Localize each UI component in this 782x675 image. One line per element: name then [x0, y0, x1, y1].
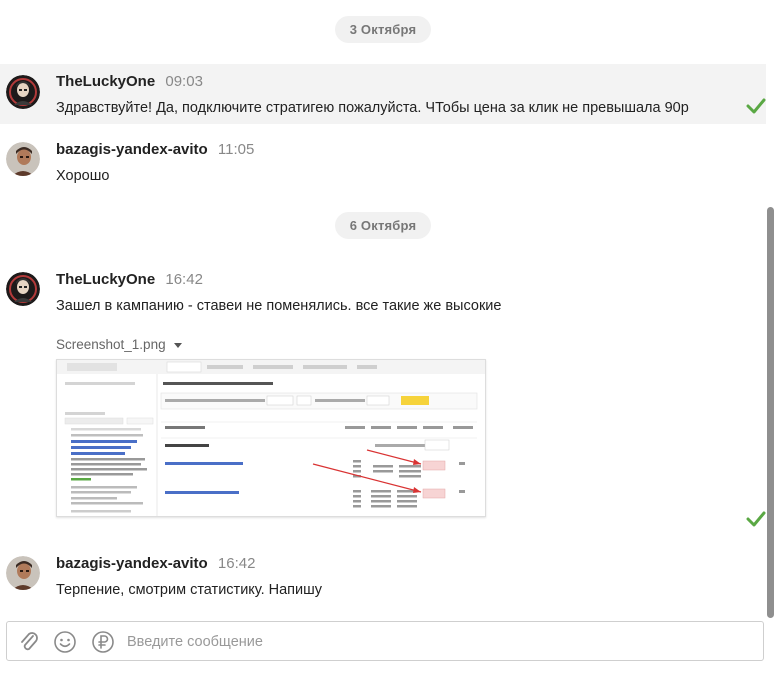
message-item[interactable]: bazagis-yandex-avito 16:42 Терпение, смо… [0, 550, 766, 610]
screenshot-preview-image [57, 360, 485, 516]
date-label: 3 Октября [334, 16, 432, 43]
chat-history: 3 Октября TheLuckyOne 09:03 Здравствуйте… [0, 0, 766, 614]
attachment-filename-label: Screenshot_1.png [56, 337, 166, 352]
message-item[interactable]: TheLuckyOne 16:42 Зашел в кампанию - ста… [0, 266, 766, 326]
message-meta: TheLuckyOne 16:42 [56, 270, 766, 290]
author-name[interactable]: TheLuckyOne [56, 271, 155, 288]
message-time: 16:42 [217, 555, 256, 572]
message-meta: TheLuckyOne 09:03 [56, 72, 766, 92]
message-meta: bazagis-yandex-avito 16:42 [56, 554, 766, 574]
avatar-image-icon [6, 142, 40, 176]
message-item[interactable]: bazagis-yandex-avito 11:05 Хорошо [0, 136, 766, 192]
author-name[interactable]: TheLuckyOne [56, 73, 155, 90]
avatar-image-icon [6, 75, 40, 109]
avatar-image-icon [6, 556, 40, 590]
message-time: 09:03 [165, 73, 203, 90]
message-text: Хорошо [56, 168, 110, 184]
paperclip-icon[interactable] [17, 630, 41, 654]
scrollbar-thumb[interactable] [767, 207, 774, 618]
author-name[interactable]: bazagis-yandex-avito [56, 141, 208, 158]
date-separator: 3 Октября [0, 16, 766, 43]
attachment-thumbnail[interactable] [56, 359, 486, 517]
message-composer [6, 621, 764, 661]
message-item[interactable]: TheLuckyOne 09:03 Здравствуйте! Да, подк… [0, 64, 766, 124]
avatar[interactable] [6, 556, 40, 590]
check-icon [746, 98, 766, 114]
check-icon [746, 511, 766, 527]
message-text: Зашел в кампанию - ставеи не поменялись.… [56, 298, 502, 314]
message-text: Терпение, смотрим статистику. Напишу [56, 582, 323, 598]
date-separator: 6 Октября [0, 212, 766, 239]
avatar[interactable] [6, 142, 40, 176]
message-time: 11:05 [217, 141, 255, 158]
smiley-icon[interactable] [53, 630, 77, 654]
author-name[interactable]: bazagis-yandex-avito [56, 555, 208, 572]
message-meta: bazagis-yandex-avito 11:05 [56, 140, 766, 160]
message-text: Здравствуйте! Да, подключите стратигею п… [56, 100, 689, 116]
avatar-image-icon [6, 272, 40, 306]
chevron-down-icon[interactable] [173, 342, 182, 348]
ruble-icon[interactable] [91, 630, 115, 654]
avatar[interactable] [6, 272, 40, 306]
date-label: 6 Октября [334, 212, 432, 239]
avatar[interactable] [6, 75, 40, 109]
message-input[interactable] [127, 631, 727, 653]
message-time: 16:42 [165, 271, 203, 288]
attachment-filename[interactable]: Screenshot_1.png [56, 337, 182, 352]
